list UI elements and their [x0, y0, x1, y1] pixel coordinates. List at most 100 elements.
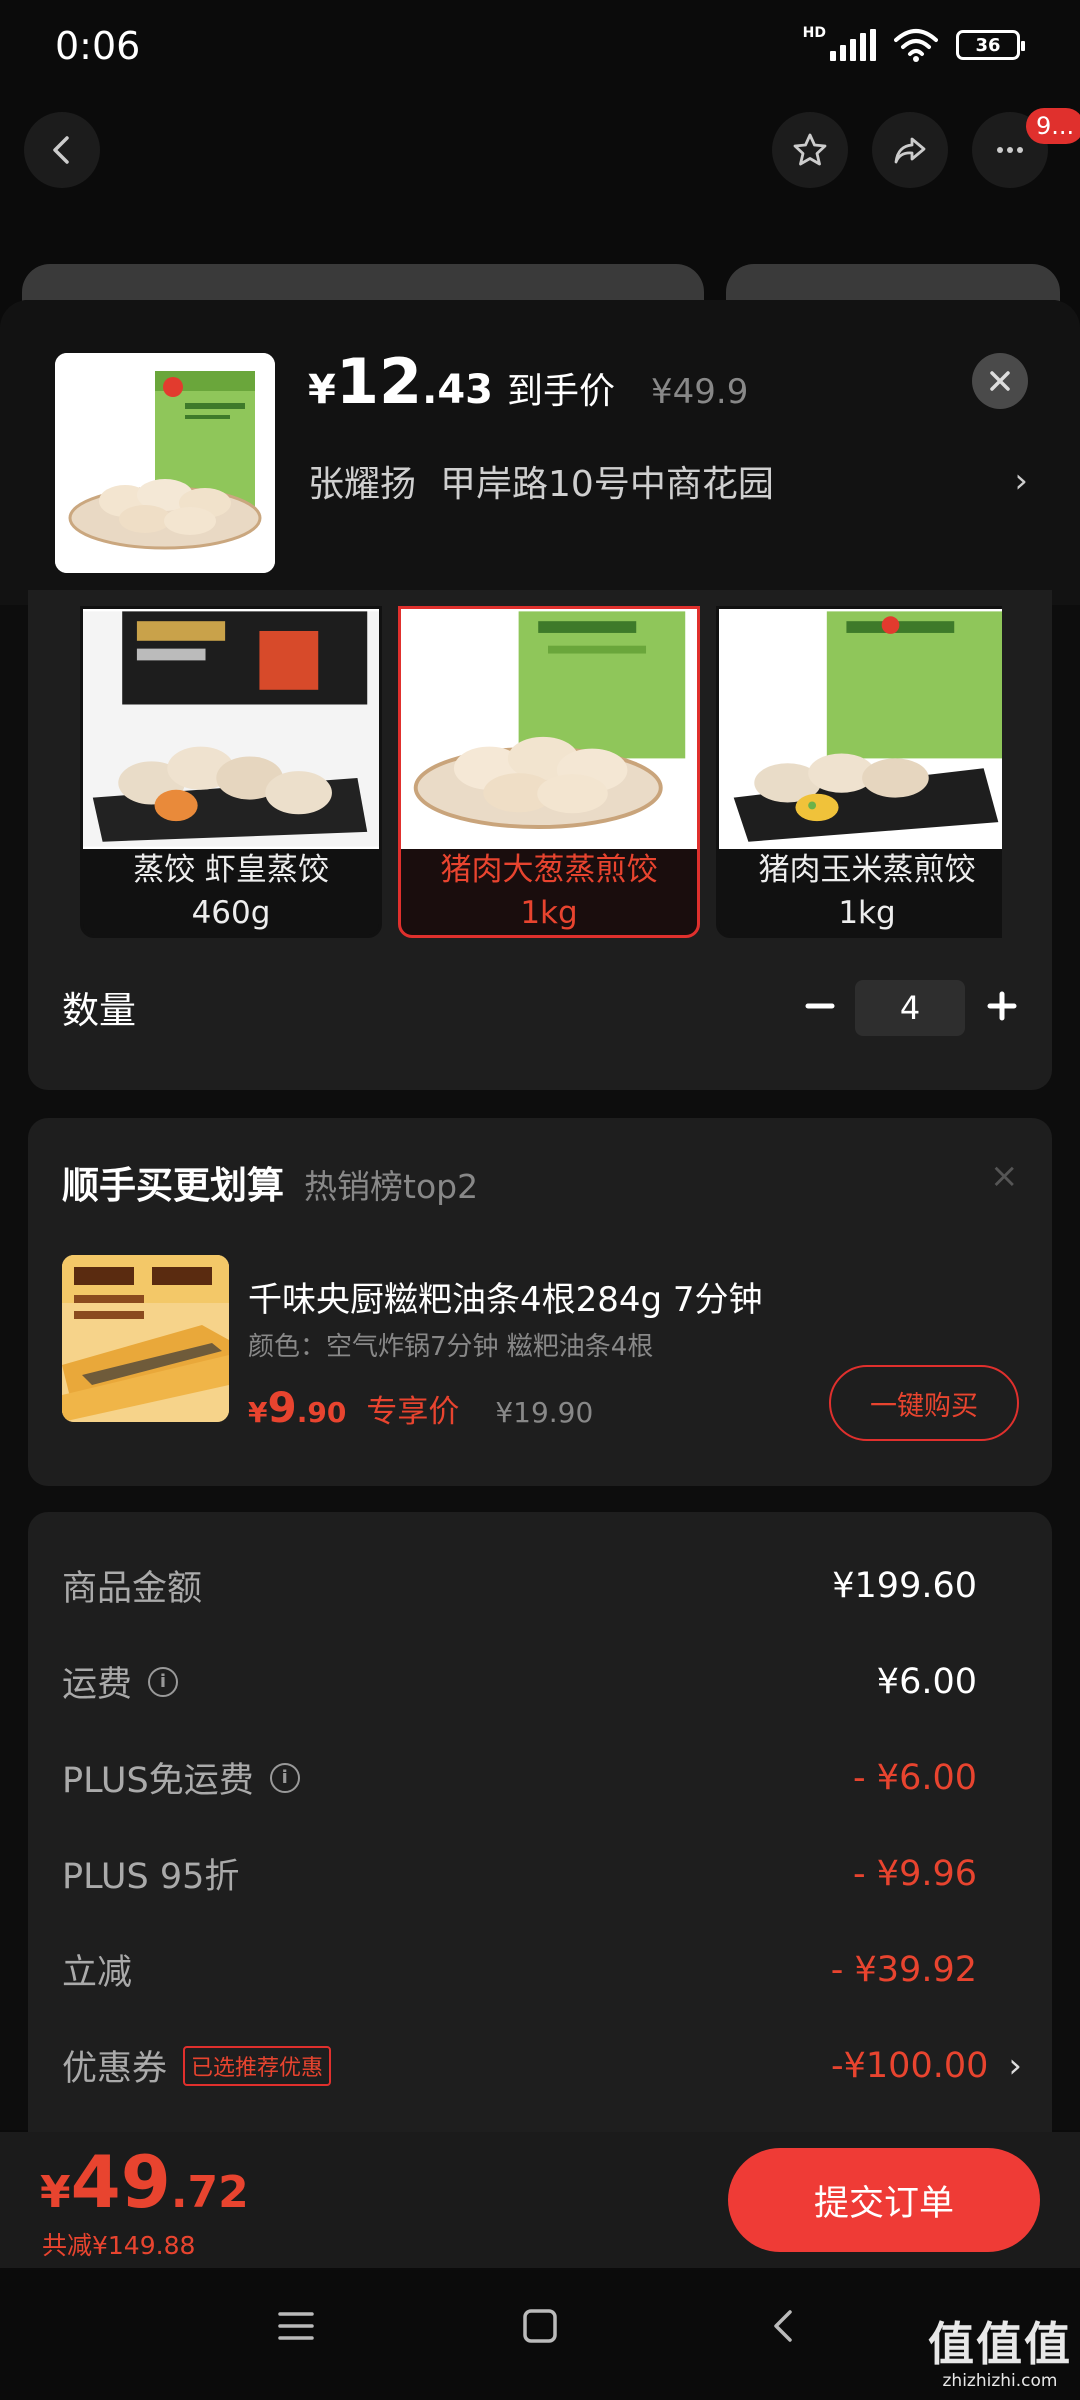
system-back-button[interactable] — [754, 2296, 814, 2356]
product-price: ¥ 12 .43 到手价 ¥49.9 — [308, 345, 748, 418]
network-type: HD — [802, 25, 826, 41]
dumpling-package-image — [55, 353, 275, 573]
variant-weight: 1kg — [520, 895, 578, 931]
status-time: 0:06 — [55, 24, 141, 68]
variant-name: 蒸饺 虾皇蒸饺 — [133, 852, 329, 888]
summary-label-wrap: 运费 i — [62, 1656, 179, 1707]
share-icon — [894, 137, 926, 164]
share-button[interactable] — [872, 112, 948, 188]
variant-label: 蒸饺 虾皇蒸饺 460g — [83, 849, 379, 935]
total-decimal: .72 — [170, 2167, 249, 2218]
price-tag: 到手价 — [506, 371, 615, 412]
total-saved[interactable]: 共减¥149.88 — [42, 2226, 195, 2262]
youtiao-image — [62, 1255, 229, 1422]
summary-value: - ¥6.00 — [853, 1757, 977, 1798]
upsell-product-name[interactable]: 千味央厨糍粑油条4根284g 7分钟 — [248, 1272, 763, 1321]
upsell-product-variant: 颜色：空气炸锅7分钟 糍粑油条4根 — [248, 1332, 654, 1362]
variant-option-selected[interactable]: 猪肉大葱蒸煎饺 1kg — [398, 606, 700, 938]
variant-weight: 460g — [191, 895, 271, 931]
variant-image — [83, 609, 379, 849]
back-icon — [774, 2310, 792, 2342]
more-icon — [997, 147, 1023, 153]
chevron-right-icon: › — [1014, 461, 1028, 501]
home-button[interactable] — [510, 2296, 570, 2356]
wifi-icon — [894, 29, 938, 62]
battery-level: 36 — [975, 34, 1001, 56]
close-button[interactable] — [972, 353, 1028, 409]
menu-icon — [278, 2312, 314, 2340]
variant-name: 猪肉玉米蒸煎饺 — [758, 852, 976, 888]
summary-label: 运费 — [62, 1665, 133, 1705]
quantity-label: 数量 — [62, 989, 136, 1032]
variant-name: 猪肉大葱蒸煎饺 — [440, 852, 658, 888]
star-icon — [793, 133, 827, 166]
status-icons: HD 36 — [802, 25, 1025, 62]
price-decimal: .43 — [422, 367, 493, 413]
summary-value: ¥6.00 — [876, 1661, 977, 1702]
price-integer: 12 — [335, 345, 423, 418]
upsell-close-icon[interactable]: × — [990, 1156, 1019, 1196]
summary-row-plus-discount: PLUS 95折 - ¥9.96 — [62, 1848, 977, 1899]
favorite-button[interactable] — [772, 112, 848, 188]
address-selector[interactable]: 张耀扬 甲岸路10号中商花园 › — [308, 455, 1028, 507]
status-bar: 0:06 HD 36 — [0, 0, 1080, 100]
original-price: ¥49.9 — [651, 372, 749, 412]
upsell-subtitle: 热销榜top2 — [304, 1167, 479, 1206]
upsell-price: ¥ 9 .90 专享价 ¥19.90 — [248, 1383, 593, 1432]
battery-icon: 36 — [956, 30, 1025, 60]
watermark-logo: 值值值 zhizhizhi.com — [925, 2318, 1075, 2392]
summary-label: 优惠券 — [62, 2049, 168, 2089]
upsell-price-decimal: .90 — [296, 1396, 347, 1429]
summary-label: 商品金额 — [62, 1569, 203, 1609]
menu-button[interactable] — [266, 2296, 326, 2356]
quantity-input[interactable]: 4 — [855, 980, 965, 1036]
total-integer: 49 — [70, 2140, 171, 2224]
plus-icon — [987, 991, 1017, 1021]
summary-label-wrap: 优惠券 已选推荐优惠 — [62, 2040, 332, 2091]
summary-label: 立减 — [62, 1953, 133, 1993]
variant-image — [719, 609, 1002, 849]
one-click-buy-button[interactable]: 一键购买 — [829, 1365, 1019, 1441]
variant-weight: 1kg — [838, 895, 896, 931]
variant-option[interactable]: 蒸饺 虾皇蒸饺 460g — [80, 606, 382, 938]
watermark-url: zhizhizhi.com — [942, 2371, 1058, 2391]
summary-value: - ¥39.92 — [830, 1949, 977, 1990]
summary-value: - ¥9.96 — [853, 1853, 977, 1894]
recipient-name: 张耀扬 — [308, 464, 417, 505]
summary-row-plus-free-shipping: PLUS免运费 i - ¥6.00 — [62, 1752, 977, 1803]
variant-label: 猪肉大葱蒸煎饺 1kg — [401, 849, 697, 935]
info-icon[interactable]: i — [148, 1666, 179, 1697]
upsell-product-image[interactable] — [62, 1255, 229, 1422]
chevron-left-icon — [53, 136, 69, 164]
home-icon — [523, 2309, 557, 2343]
summary-value: -¥100.00 — [831, 2045, 989, 2086]
info-icon[interactable]: i — [269, 1762, 300, 1793]
upsell-original-price: ¥19.90 — [495, 1396, 594, 1429]
upsell-price-integer: 9 — [267, 1383, 297, 1432]
total-price: ¥ 49 .72 — [40, 2140, 249, 2224]
summary-label-wrap: PLUS免运费 i — [62, 1752, 300, 1803]
variant-image — [401, 609, 697, 849]
variant-option[interactable]: 猪肉玉米蒸煎饺 1kg — [716, 606, 1002, 938]
chevron-right-icon: › — [1008, 2045, 1022, 2086]
variant-list: 蒸饺 虾皇蒸饺 460g 猪肉大葱蒸煎饺 1kg 猪肉玉米蒸煎饺 1kg — [80, 606, 1002, 938]
address-detail: 甲岸路10号中商花园 — [440, 464, 774, 505]
close-icon — [990, 371, 1010, 391]
quantity-increase-button[interactable] — [982, 976, 1022, 1036]
summary-value: ¥199.60 — [832, 1565, 977, 1606]
product-thumbnail[interactable] — [55, 353, 275, 573]
watermark-text: 值值值 — [928, 2317, 1072, 2371]
message-badge: 9... — [1026, 108, 1080, 144]
signal-icon — [830, 29, 876, 61]
summary-label: PLUS免运费 — [62, 1761, 254, 1801]
upsell-title: 顺手买更划算 — [62, 1164, 284, 1207]
summary-row-subtotal: 商品金额 ¥199.60 — [62, 1560, 977, 1611]
total-currency: ¥ — [40, 2167, 71, 2218]
quantity-decrease-button[interactable] — [800, 976, 840, 1036]
back-button[interactable] — [24, 112, 100, 188]
submit-order-button[interactable]: 提交订单 — [728, 2148, 1040, 2252]
price-currency: ¥ — [308, 367, 336, 413]
summary-row-coupon[interactable]: 优惠券 已选推荐优惠 -¥100.00 › — [62, 2040, 1022, 2091]
coupon-badge: 已选推荐优惠 — [183, 2045, 332, 2086]
minus-icon — [805, 1003, 835, 1009]
